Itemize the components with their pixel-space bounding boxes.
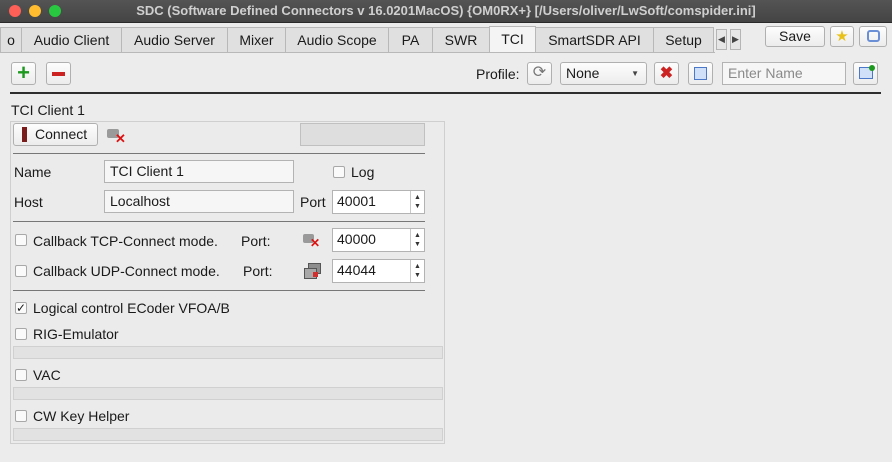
vac-area	[13, 387, 443, 400]
tab-audio[interactable]: o	[0, 27, 22, 52]
add-button[interactable]: +	[11, 62, 36, 85]
logical-control-checkbox[interactable]: ✓	[15, 302, 27, 314]
tab-smartsdr-api[interactable]: SmartSDR API	[535, 27, 654, 52]
connect-button[interactable]: Connect	[13, 123, 98, 146]
x-icon: ✖	[659, 65, 674, 82]
title-bar: SDC (Software Defined Connectors v 16.02…	[0, 0, 892, 23]
cw-key-helper-checkbox[interactable]	[15, 410, 27, 422]
tab-scroll-right-icon[interactable]: ▶	[730, 29, 741, 50]
log-label: Log	[351, 164, 375, 180]
window-title: SDC (Software Defined Connectors v 16.02…	[136, 3, 756, 18]
callback-tcp-label: Callback TCP-Connect mode.	[33, 233, 218, 249]
tcp-disconnected-icon: ✕	[302, 232, 322, 250]
profile-select[interactable]: None ▼	[560, 62, 647, 85]
delete-profile-button[interactable]: ✖	[654, 62, 679, 85]
tab-setup[interactable]: Setup	[653, 27, 714, 52]
tab-audio-scope[interactable]: Audio Scope	[285, 27, 389, 52]
tab-audio-server[interactable]: Audio Server	[121, 27, 228, 52]
port-value: 40001	[337, 193, 376, 209]
toolbar-divider	[10, 92, 881, 94]
divider	[13, 153, 425, 154]
callback-tcp-checkbox[interactable]	[15, 234, 27, 246]
rig-emulator-area	[13, 346, 443, 359]
profile-select-value: None	[566, 65, 600, 81]
port-spinbox[interactable]: 40001 ▲ ▼	[332, 190, 425, 214]
network-icon	[303, 262, 321, 280]
cw-key-helper-area	[13, 428, 443, 441]
tcp-port-label: Port:	[241, 233, 271, 249]
rig-emulator-checkbox[interactable]	[15, 328, 27, 340]
divider	[13, 290, 425, 291]
udp-port-spinbox[interactable]: 44044 ▲ ▼	[332, 259, 425, 283]
tcp-port-spinbox[interactable]: 40000 ▲ ▼	[332, 228, 425, 252]
host-label: Host	[14, 194, 43, 210]
chevron-down-icon: ▼	[631, 69, 639, 78]
edit-profile-button[interactable]	[688, 62, 713, 85]
udp-port-value: 44044	[337, 262, 376, 278]
divider	[13, 221, 425, 222]
tab-audio-client[interactable]: Audio Client	[21, 27, 122, 52]
tab-pa[interactable]: PA	[388, 27, 433, 52]
tcp-port-value: 40000	[337, 231, 376, 247]
section-title: TCI Client 1	[11, 102, 85, 118]
tab-tci[interactable]: TCI	[489, 26, 536, 53]
save-button[interactable]: Save	[765, 26, 825, 47]
host-input[interactable]: Localhost	[104, 190, 294, 213]
port-label: Port	[300, 194, 326, 210]
add-profile-icon	[858, 65, 875, 79]
connect-indicator-icon	[22, 127, 27, 142]
tab-swr[interactable]: SWR	[432, 27, 490, 52]
plus-icon: +	[17, 60, 30, 85]
callback-udp-checkbox[interactable]	[15, 265, 27, 277]
disconnected-plug-icon: ✕	[106, 127, 126, 145]
tab-scroll-left-icon[interactable]: ◀	[716, 29, 727, 50]
refresh-icon: ⟳	[532, 64, 547, 81]
vac-checkbox[interactable]	[15, 369, 27, 381]
connect-label: Connect	[35, 126, 88, 142]
cw-key-helper-label: CW Key Helper	[33, 408, 130, 424]
edit-icon	[694, 67, 707, 80]
vac-label: VAC	[33, 367, 61, 383]
tab-mixer[interactable]: Mixer	[227, 27, 286, 52]
logical-control-label: Logical control ECoder VFOA/B	[33, 300, 230, 316]
rig-emulator-label: RIG-Emulator	[33, 326, 119, 342]
profile-label: Profile:	[476, 66, 520, 82]
status-display	[300, 123, 425, 146]
tab-underline	[0, 52, 715, 53]
spin-arrows-icon[interactable]: ▲ ▼	[410, 260, 424, 282]
remove-button[interactable]	[46, 62, 71, 85]
callback-udp-label: Callback UDP-Connect mode.	[33, 263, 220, 279]
new-profile-button[interactable]	[853, 62, 878, 85]
name-label: Name	[14, 164, 52, 180]
help-button[interactable]	[859, 26, 887, 47]
log-checkbox[interactable]	[333, 166, 345, 178]
favorite-button[interactable]: ★	[830, 26, 854, 47]
profile-name-input[interactable]: Enter Name	[722, 62, 846, 85]
refresh-profile-button[interactable]: ⟳	[527, 62, 552, 85]
spin-arrows-icon[interactable]: ▲ ▼	[410, 229, 424, 251]
minus-icon	[52, 72, 65, 76]
star-icon: ★	[835, 28, 849, 45]
spin-arrows-icon[interactable]: ▲ ▼	[410, 191, 424, 213]
udp-port-label: Port:	[243, 263, 273, 279]
help-icon	[866, 30, 880, 42]
checkmark-icon: ✓	[16, 301, 27, 315]
name-input[interactable]: TCI Client 1	[104, 160, 294, 183]
